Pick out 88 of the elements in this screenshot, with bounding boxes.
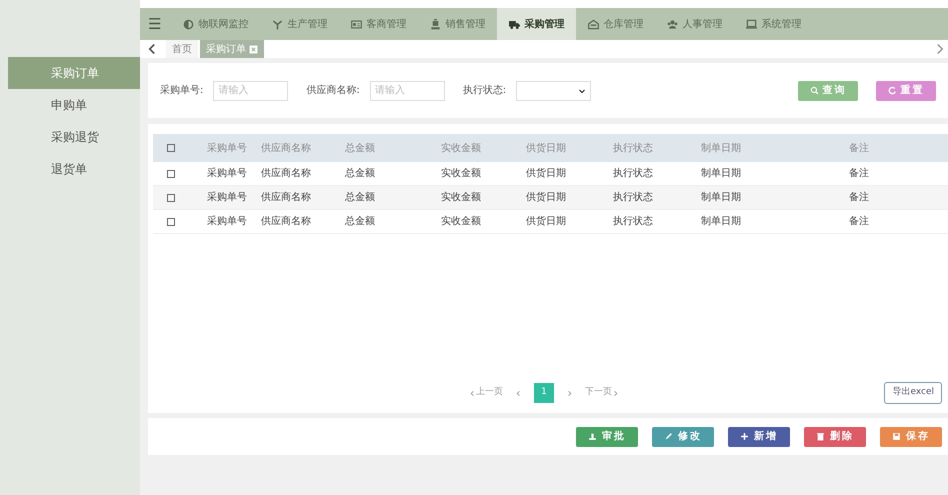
page-tab[interactable]: 采购订单	[200, 40, 264, 58]
chevron-right-icon	[566, 390, 573, 396]
checkbox[interactable]	[167, 144, 175, 152]
edit-button[interactable]: 修改	[652, 426, 714, 446]
search-icon	[810, 86, 818, 95]
column-header: 执行状态	[613, 142, 654, 156]
floppy-icon	[892, 432, 901, 441]
table-cell-text: 供货日期	[526, 190, 567, 205]
page-button[interactable]: 1	[534, 383, 554, 403]
table-cell-text: 实收金额	[441, 190, 482, 205]
laptop-icon	[746, 18, 758, 30]
people-icon	[667, 18, 678, 30]
chevron-right-icon	[612, 390, 619, 396]
nav-tab[interactable]: 客商管理	[339, 8, 418, 40]
table-cell-text: 实收金额	[441, 214, 482, 229]
select-field[interactable]	[516, 80, 592, 100]
sprout-icon	[272, 18, 284, 30]
table-cell-text: 实收金额	[441, 166, 482, 181]
filter-label: 供应商名称:	[306, 84, 360, 98]
add-button[interactable]: 新增	[728, 426, 790, 446]
delete-button[interactable]: 删除	[804, 426, 866, 446]
save-button[interactable]: 保存	[880, 426, 942, 446]
text-field[interactable]: 请输入	[370, 80, 445, 100]
nav-tab[interactable]: 销售管理	[418, 8, 498, 40]
table-cell-text: 供货日期	[526, 214, 567, 229]
checkbox[interactable]	[167, 194, 175, 202]
chevron-down-icon	[578, 86, 586, 94]
truck-icon	[509, 18, 520, 30]
column-header: 供货日期	[526, 142, 567, 156]
nav-tab[interactable]: 系统管理	[734, 8, 814, 40]
menu-icon[interactable]: ☰	[148, 8, 162, 40]
table-cell-text: 备注	[848, 166, 870, 181]
table-cell-text: 供应商名称	[261, 166, 312, 181]
sidebar-item[interactable]: 采购退货	[8, 121, 140, 153]
table-cell-text: 采购单号	[207, 190, 248, 205]
table-cell-text: 制单日期	[701, 166, 742, 181]
id-card-icon	[351, 18, 362, 30]
table-cell-text: 供应商名称	[261, 214, 312, 229]
table-cell-text: 采购单号	[207, 214, 248, 229]
sidebar-item[interactable]: 申购单	[8, 89, 140, 121]
nav-tab[interactable]: 生产管理	[260, 8, 340, 40]
text-field[interactable]: 请输入	[213, 80, 288, 100]
scale-icon	[430, 18, 442, 30]
nav-tab[interactable]: 人事管理	[655, 8, 734, 40]
table-cell-text: 供货日期	[526, 166, 567, 181]
table-cell-text: 执行状态	[613, 166, 654, 181]
table-cell-text: 执行状态	[613, 190, 654, 205]
table-cell-text: 供应商名称	[261, 190, 312, 205]
column-header: 制单日期	[701, 142, 742, 156]
table-cell-text: 总金额	[345, 190, 376, 205]
checkbox[interactable]	[167, 218, 175, 226]
stamp-icon	[588, 432, 597, 441]
table-cell-text: 总金额	[345, 166, 376, 181]
filter-label: 执行状态:	[462, 84, 506, 98]
nav-tab[interactable]: 采购管理	[497, 8, 576, 40]
reset-button[interactable]: 重置	[876, 80, 936, 100]
column-header: 备注	[848, 142, 870, 156]
refresh-icon	[888, 86, 896, 95]
table-cell-text: 备注	[848, 214, 870, 229]
table-cell-text: 执行状态	[613, 214, 654, 229]
sidebar-item[interactable]: 退货单	[8, 153, 140, 185]
table-cell-text: 制单日期	[701, 190, 742, 205]
search-button[interactable]: 查询	[798, 80, 858, 100]
trash-icon	[816, 432, 825, 441]
prev-page-link[interactable]: 上一页	[469, 386, 503, 400]
export-button[interactable]: 导出excel	[884, 382, 942, 404]
column-header: 采购单号	[207, 142, 248, 156]
filter-label: 采购单号:	[160, 84, 204, 98]
table-cell-text: 总金额	[345, 214, 376, 229]
approve-button[interactable]: 审批	[576, 426, 638, 446]
warehouse-icon	[588, 18, 600, 30]
table-cell-text: 采购单号	[207, 166, 248, 181]
column-header: 实收金额	[441, 142, 482, 156]
next-page-link[interactable]: 下一页	[585, 386, 619, 400]
half-circle-icon	[183, 18, 194, 30]
column-header: 供应商名称	[261, 142, 312, 156]
checkbox[interactable]	[167, 170, 175, 178]
table-cell-text: 备注	[848, 190, 870, 205]
nav-tab[interactable]: 仓库管理	[576, 8, 656, 40]
pencil-icon	[664, 432, 673, 441]
table-cell-text: 制单日期	[701, 214, 742, 229]
nav-tab[interactable]: 物联网监控	[171, 8, 260, 40]
sidebar-item[interactable]: 采购订单	[8, 57, 140, 89]
page-tab[interactable]: 首页	[166, 40, 198, 58]
column-header: 总金额	[345, 142, 376, 156]
chevron-left-icon	[515, 390, 522, 396]
chevron-left-icon	[469, 390, 476, 396]
plus-icon	[740, 432, 749, 441]
